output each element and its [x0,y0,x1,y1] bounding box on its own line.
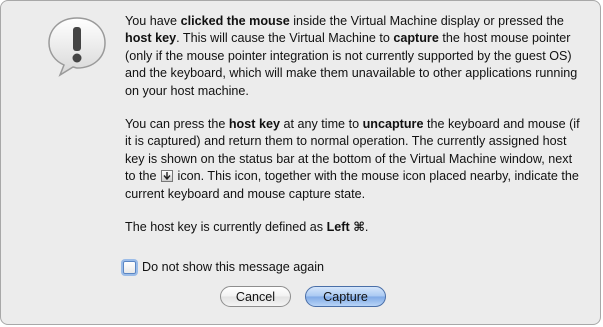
message-paragraph-2: You can press the host key at any time t… [125,116,583,203]
message-text-segment: at any time to [279,117,363,132]
do-not-show-again-row[interactable]: Do not show this message again [123,258,324,276]
message-text-segment: uncapture [362,117,424,132]
host-key-icon [161,170,174,183]
message-text: You have clicked the mouse inside the Vi… [125,13,583,252]
message-text-segment: host key [125,31,177,46]
alert-icon [48,17,106,77]
message-text-segment: clicked the mouse [180,14,290,28]
capture-button[interactable]: Capture [305,286,386,307]
button-bar: Cancel Capture [220,286,386,307]
message-text-segment: The host key is currently defined as [125,220,327,235]
message-paragraph-1: You have clicked the mouse inside the Vi… [125,13,583,100]
message-text-segment: capture [393,31,439,46]
cancel-button[interactable]: Cancel [220,286,291,307]
do-not-show-again-label: Do not show this message again [142,260,325,274]
message-text-segment: . [364,220,369,235]
message-text-segment: Left ⌘ [326,220,365,235]
message-text-segment: You can press the [125,117,229,132]
do-not-show-again-checkbox[interactable] [123,260,136,274]
message-text-segment: inside the Virtual Machine display or pr… [289,14,564,28]
message-text-segment: You have [125,14,181,28]
capture-dialog: You have clicked the mouse inside the Vi… [0,0,601,325]
message-paragraph-3: The host key is currently defined as Lef… [125,219,583,236]
message-text-segment: . This will cause the Virtual Machine to [176,31,394,46]
message-text-segment: icon. This icon, together with the mouse… [125,169,579,201]
message-text-segment: host key [228,117,280,132]
